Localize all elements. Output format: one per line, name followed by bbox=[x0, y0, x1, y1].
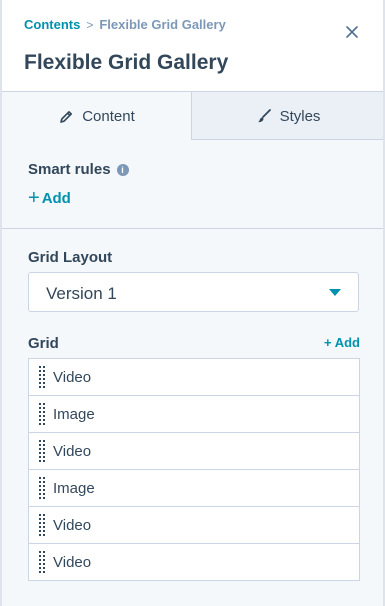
breadcrumb-current: Flexible Grid Gallery bbox=[99, 17, 226, 32]
panel-header: Contents > Flexible Grid Gallery Flexibl… bbox=[2, 0, 383, 92]
grid-item-list: Video Image Video Image Video Video bbox=[28, 358, 360, 581]
grid-layout-label: Grid Layout bbox=[28, 249, 113, 266]
grid-item-label: Video bbox=[53, 517, 92, 534]
breadcrumb-separator: > bbox=[86, 17, 94, 32]
drag-handle-icon[interactable] bbox=[39, 514, 45, 536]
tab-content-label: Content bbox=[82, 108, 135, 125]
pencil-icon bbox=[60, 110, 73, 123]
tab-bar: Content Styles bbox=[2, 92, 383, 141]
chevron-down-icon bbox=[329, 289, 341, 296]
close-icon bbox=[346, 26, 358, 38]
grid-layout-select[interactable]: Version 1 bbox=[28, 272, 359, 312]
grid-layout-value: Version 1 bbox=[46, 284, 117, 303]
plus-icon: + bbox=[28, 187, 40, 209]
smart-rules-heading: Smart rules i bbox=[28, 161, 129, 178]
add-smart-rule-button[interactable]: + Add bbox=[28, 188, 71, 208]
grid-item[interactable]: Video bbox=[29, 543, 359, 580]
drag-handle-icon[interactable] bbox=[39, 366, 45, 388]
grid-item[interactable]: Image bbox=[29, 469, 359, 506]
grid-item-label: Video bbox=[53, 554, 92, 571]
grid-item[interactable]: Video bbox=[29, 359, 359, 395]
smart-rules-section: Smart rules i + Add bbox=[2, 140, 383, 229]
grid-label: Grid bbox=[28, 335, 59, 352]
grid-item[interactable]: Video bbox=[29, 432, 359, 469]
grid-item-label: Image bbox=[53, 480, 95, 497]
close-button[interactable] bbox=[342, 22, 362, 42]
grid-item[interactable]: Video bbox=[29, 506, 359, 543]
tab-content[interactable]: Content bbox=[2, 92, 192, 141]
sidebar-panel: Contents > Flexible Grid Gallery Flexibl… bbox=[0, 0, 385, 606]
grid-settings-section: Grid Layout Version 1 Grid + Add Video Im… bbox=[2, 230, 383, 606]
drag-handle-icon[interactable] bbox=[39, 403, 45, 425]
tab-styles-label: Styles bbox=[279, 107, 321, 125]
tab-styles[interactable]: Styles bbox=[193, 92, 383, 140]
drag-handle-icon[interactable] bbox=[39, 551, 45, 573]
drag-handle-icon[interactable] bbox=[39, 477, 45, 499]
grid-item-label: Video bbox=[53, 443, 92, 460]
add-grid-item-button[interactable]: + Add bbox=[324, 335, 360, 350]
drag-handle-icon[interactable] bbox=[39, 440, 45, 462]
smart-rules-label: Smart rules bbox=[28, 161, 111, 178]
info-icon[interactable]: i bbox=[116, 163, 129, 176]
page-title: Flexible Grid Gallery bbox=[24, 51, 229, 74]
grid-item-label: Video bbox=[53, 369, 92, 386]
grid-item-label: Image bbox=[53, 406, 95, 423]
add-smart-rule-label: Add bbox=[41, 189, 71, 207]
brush-icon bbox=[257, 109, 271, 123]
breadcrumb: Contents > Flexible Grid Gallery bbox=[24, 17, 226, 32]
grid-item[interactable]: Image bbox=[29, 395, 359, 432]
breadcrumb-contents-link[interactable]: Contents bbox=[24, 17, 80, 32]
